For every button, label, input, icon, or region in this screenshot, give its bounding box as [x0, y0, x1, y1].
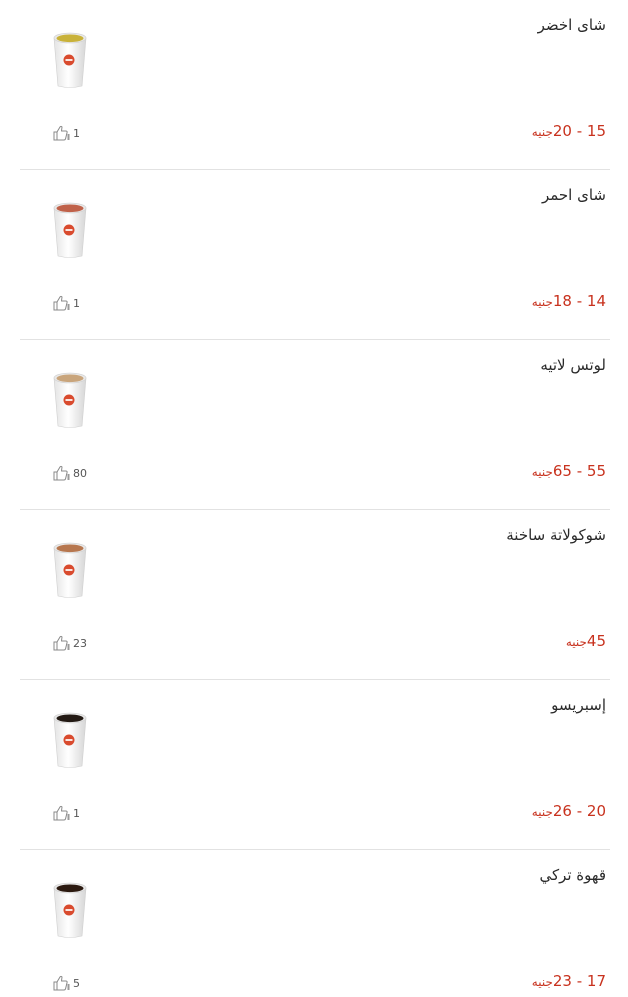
item-name: قهوة تركي [539, 866, 606, 884]
price-value: 45 [586, 632, 606, 650]
menu-item-turkish-coffee[interactable]: 5 قهوة تركي 17 - 23جنيه [0, 850, 628, 997]
thumbs-up-icon [52, 465, 70, 481]
menu-list: 1 شاى اخضر 15 - 20جنيه 1 شاى احمر 14 - 1… [0, 0, 628, 997]
like-button[interactable]: 5 [52, 974, 80, 992]
price-currency: جنيه [531, 125, 553, 139]
like-count: 1 [73, 126, 80, 140]
drink-cup-image [50, 30, 90, 90]
price-value: 17 - 23 [552, 972, 606, 990]
like-button[interactable]: 80 [52, 464, 87, 482]
like-count: 80 [73, 466, 87, 480]
drink-cup-image [50, 370, 90, 430]
like-count: 23 [73, 636, 87, 650]
drink-cup-image [50, 540, 90, 600]
like-count: 1 [73, 296, 80, 310]
menu-item-green-tea[interactable]: 1 شاى اخضر 15 - 20جنيه [0, 0, 628, 170]
like-count: 5 [73, 976, 80, 990]
like-button[interactable]: 1 [52, 294, 80, 312]
thumbs-up-icon [52, 125, 70, 141]
item-price: 15 - 20جنيه [532, 122, 606, 140]
drink-cup-image [50, 710, 90, 770]
price-currency: جنيه [531, 295, 553, 309]
thumbs-up-icon [52, 805, 70, 821]
menu-item-espresso[interactable]: 1 إسبريسو 20 - 26جنيه [0, 680, 628, 850]
item-price: 45جنيه [566, 632, 606, 650]
like-button[interactable]: 1 [52, 804, 80, 822]
menu-item-hot-chocolate[interactable]: 23 شوكولاتة ساخنة 45جنيه [0, 510, 628, 680]
item-name: شاى اخضر [537, 16, 606, 34]
price-currency: جنيه [531, 805, 553, 819]
price-value: 20 - 26 [552, 802, 606, 820]
item-price: 55 - 65جنيه [532, 462, 606, 480]
item-price: 14 - 18جنيه [532, 292, 606, 310]
menu-item-lotus-latte[interactable]: 80 لوتس لاتيه 55 - 65جنيه [0, 340, 628, 510]
price-currency: جنيه [565, 635, 587, 649]
item-name: إسبريسو [551, 696, 606, 714]
item-name: شاى احمر [541, 186, 606, 204]
item-name: لوتس لاتيه [540, 356, 606, 374]
drink-cup-image [50, 200, 90, 260]
menu-item-red-tea[interactable]: 1 شاى احمر 14 - 18جنيه [0, 170, 628, 340]
like-button[interactable]: 23 [52, 634, 87, 652]
like-button[interactable]: 1 [52, 124, 80, 142]
item-price: 17 - 23جنيه [532, 972, 606, 990]
thumbs-up-icon [52, 975, 70, 991]
thumbs-up-icon [52, 635, 70, 651]
price-value: 55 - 65 [552, 462, 606, 480]
price-currency: جنيه [531, 975, 553, 989]
thumbs-up-icon [52, 295, 70, 311]
price-currency: جنيه [531, 465, 553, 479]
like-count: 1 [73, 806, 80, 820]
price-value: 14 - 18 [552, 292, 606, 310]
item-price: 20 - 26جنيه [532, 802, 606, 820]
item-name: شوكولاتة ساخنة [506, 526, 606, 544]
price-value: 15 - 20 [552, 122, 606, 140]
drink-cup-image [50, 880, 90, 940]
